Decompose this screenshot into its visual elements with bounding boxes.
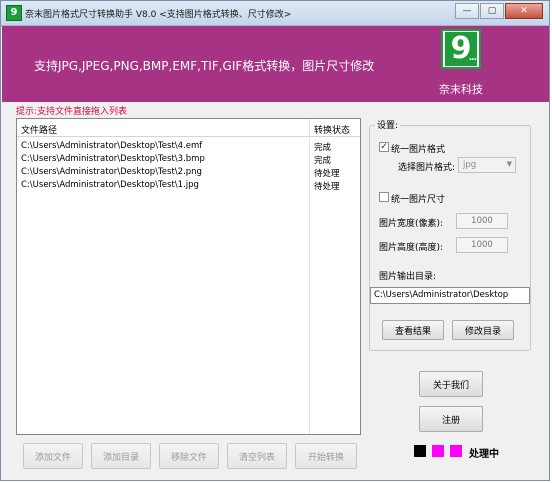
list-row[interactable]: C:\Users\Administrator\Desktop\Test\4.em… <box>17 141 360 153</box>
unify-format-label[interactable]: 统一图片格式 <box>391 142 445 155</box>
add-file-button[interactable]: 添加文件 <box>23 443 83 469</box>
unify-size-label[interactable]: 统一图片尺寸 <box>391 192 445 205</box>
close-button[interactable]: ✕ <box>505 3 543 19</box>
progress-square-1 <box>414 445 426 457</box>
row-path: C:\Users\Administrator\Desktop\Test\2.pn… <box>21 167 202 177</box>
register-button[interactable]: 注册 <box>419 406 483 432</box>
app-logo-icon: 9 <box>6 5 22 21</box>
app-window: 9 奈末图片格式尺寸转换助手 V8.0 <支持图片格式转换、尺寸修改> — ▢ … <box>0 0 550 481</box>
change-dir-button[interactable]: 修改目录 <box>452 320 514 340</box>
row-status: 待处理 <box>314 169 340 179</box>
width-input[interactable]: 1000 <box>456 213 508 229</box>
output-dir-label: 图片输出目录: <box>379 272 437 282</box>
view-result-button[interactable]: 查看结果 <box>382 320 444 340</box>
row-path: C:\Users\Administrator\Desktop\Test\1.jp… <box>21 180 199 190</box>
list-row[interactable]: C:\Users\Administrator\Desktop\Test\1.jp… <box>17 180 360 192</box>
file-list[interactable]: 文件路径 转换状态 C:\Users\Administrator\Desktop… <box>16 118 361 435</box>
settings-title: 设置: <box>375 118 401 131</box>
select-format-label: 选择图片格式: <box>398 163 456 173</box>
minimize-button[interactable]: — <box>455 3 479 19</box>
height-input[interactable]: 1000 <box>456 237 508 253</box>
banner-slogan: 支持JPG,JPEG,PNG,BMP,EMF,TIF,GIF格式转换，图片尺寸修… <box>34 59 375 73</box>
status-text: 处理中 <box>469 449 499 460</box>
unify-format-checkbox[interactable]: ✓ <box>379 142 389 152</box>
column-header-path[interactable]: 文件路径 <box>21 123 57 136</box>
progress-square-2 <box>432 445 444 457</box>
unify-size-checkbox[interactable] <box>379 192 389 202</box>
title-bar[interactable]: 9 奈末图片格式尺寸转换助手 V8.0 <支持图片格式转换、尺寸修改> — ▢ … <box>1 1 549 26</box>
list-row[interactable]: C:\Users\Administrator\Desktop\Test\2.pn… <box>17 167 360 179</box>
remove-file-button[interactable]: 移除文件 <box>159 443 219 469</box>
company-logo: 9 ... <box>441 29 481 69</box>
clear-list-button[interactable]: 清空列表 <box>227 443 287 469</box>
maximize-button[interactable]: ▢ <box>480 3 504 19</box>
row-path: C:\Users\Administrator\Desktop\Test\4.em… <box>21 141 203 151</box>
logo-dots: ... <box>468 53 477 63</box>
about-us-button[interactable]: 关于我们 <box>419 371 483 397</box>
window-controls: — ▢ ✕ <box>454 3 543 19</box>
format-select-value: jpg <box>463 160 477 170</box>
drag-hint: 提示:支持文件直接拖入列表 <box>16 107 128 117</box>
row-status: 完成 <box>314 143 332 153</box>
window-title: 奈末图片格式尺寸转换助手 V8.0 <支持图片格式转换、尺寸修改> <box>25 10 292 20</box>
start-convert-button[interactable]: 开始转换 <box>295 443 357 469</box>
height-label: 图片高度(高度): <box>379 243 444 253</box>
progress-square-3 <box>450 445 462 457</box>
row-status: 待处理 <box>314 182 340 192</box>
column-header-status[interactable]: 转换状态 <box>314 123 350 136</box>
list-row[interactable]: C:\Users\Administrator\Desktop\Test\3.bm… <box>17 154 360 166</box>
company-name: 奈末科技 <box>439 83 483 96</box>
add-directory-button[interactable]: 添加目录 <box>91 443 151 469</box>
header-banner: 支持JPG,JPEG,PNG,BMP,EMF,TIF,GIF格式转换，图片尺寸修… <box>2 26 549 102</box>
row-path: C:\Users\Administrator\Desktop\Test\3.bm… <box>21 154 205 164</box>
row-status: 完成 <box>314 156 332 166</box>
format-select[interactable]: jpg ▼ <box>458 157 516 173</box>
output-dir-field[interactable]: C:\Users\Administrator\Desktop <box>370 287 530 304</box>
chevron-down-icon: ▼ <box>506 160 512 168</box>
width-label: 图片宽度(像素): <box>379 219 444 229</box>
